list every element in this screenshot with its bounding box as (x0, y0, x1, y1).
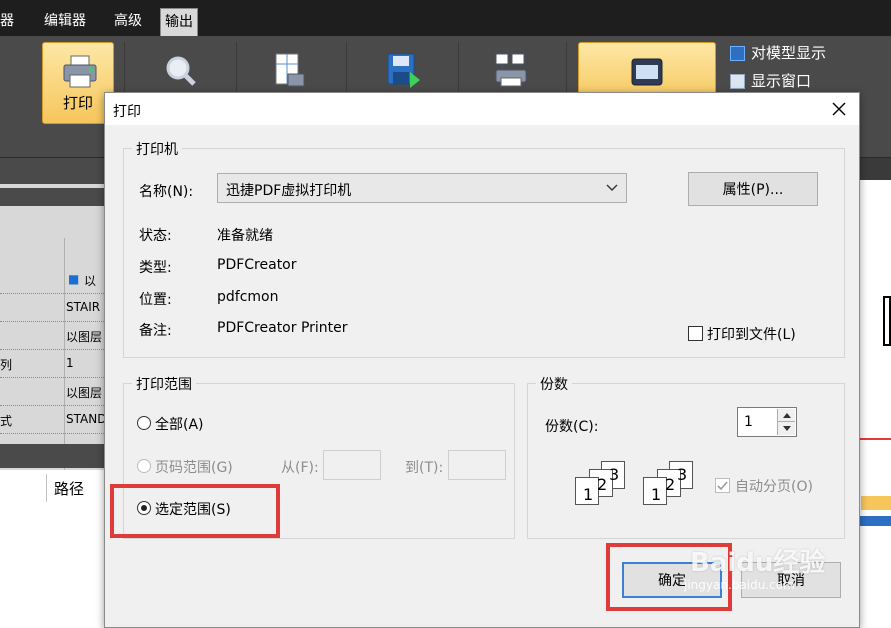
collate-checkbox[interactable] (715, 478, 730, 493)
comment-label: 备注: (139, 323, 172, 339)
show-window-label: 显示窗口 (751, 72, 812, 90)
menu-bar: 器 编辑器 高级 输出 (0, 0, 891, 36)
to-label: 到(T): (405, 460, 444, 476)
range-all-radio[interactable] (137, 416, 151, 430)
spin-up-button[interactable] (778, 409, 795, 422)
property-row[interactable]: 以图层 (0, 322, 104, 350)
show-model-label: 对模型显示 (751, 44, 827, 62)
location-value: pdfcmon (217, 289, 279, 305)
copies-legend: 份数 (536, 374, 572, 394)
close-icon[interactable] (827, 97, 851, 121)
properties-panel: ■ 以 STAIR 以图层 列 1 以图层 式 STAND 路径 (0, 158, 106, 628)
collate-pages-icon: 1 2 3 (571, 457, 629, 507)
menu-item-advanced[interactable]: 高级 (110, 8, 146, 34)
copies-spinner[interactable]: 1 (737, 407, 797, 437)
layer-swatch-icon: ■ (68, 272, 80, 286)
range-all-label[interactable]: 全部(A) (155, 414, 204, 434)
range-pages-label[interactable]: 页码范围(G) (155, 457, 233, 477)
printer-name-value: 迅捷PDF虚拟打印机 (226, 183, 352, 199)
printer-icon (63, 55, 97, 88)
print-to-file-checkbox[interactable] (688, 326, 703, 341)
status-label: 状态: (139, 228, 172, 244)
magnifier-icon (166, 56, 196, 86)
printer-name-label: 名称(N): (139, 184, 194, 200)
watermark-main: Baidu经验 (690, 548, 826, 578)
property-row[interactable]: STAIR (0, 294, 104, 322)
caret-down-icon (783, 426, 791, 431)
collate-label[interactable]: 自动分页(O) (735, 476, 813, 496)
dialog-titlebar[interactable]: 打印 (105, 93, 859, 125)
menu-item-editor[interactable]: 编辑器 (40, 8, 90, 34)
copies-label: 份数(C): (545, 419, 599, 435)
comment-value: PDFCreator Printer (217, 320, 348, 336)
menu-item-output[interactable]: 输出 (160, 8, 198, 36)
watermark-sub: jingyan.baidu.com (684, 578, 795, 592)
selection-highlight-box (110, 484, 280, 538)
printer-group-legend: 打印机 (132, 139, 182, 159)
property-row[interactable]: 式 STAND (0, 406, 106, 434)
from-label: 从(F): (281, 460, 319, 476)
printer-name-select[interactable]: 迅捷PDF虚拟打印机 (217, 173, 627, 203)
save-disk-icon (387, 53, 420, 88)
print-ribbon-label: 打印 (62, 94, 93, 112)
spin-down-button[interactable] (778, 422, 795, 435)
network-printer-icon (495, 53, 527, 87)
type-label: 类型: (139, 260, 172, 276)
collate-pages-icon: 1 2 3 (639, 457, 697, 507)
show-model-option[interactable]: 对模型显示 (730, 42, 826, 64)
page-grid-icon (275, 53, 305, 87)
check-icon (717, 481, 728, 491)
location-label: 位置: (139, 292, 172, 308)
to-page-input[interactable] (448, 450, 506, 480)
copies-value: 1 (744, 414, 753, 430)
from-page-input[interactable] (323, 450, 381, 480)
range-pages-radio[interactable] (137, 459, 151, 473)
property-row[interactable]: 以图层 (0, 378, 104, 406)
dialog-title: 打印 (113, 104, 141, 120)
caret-up-icon (783, 413, 791, 418)
property-row[interactable]: 列 1 (0, 350, 104, 378)
show-window-option[interactable]: 显示窗口 (730, 70, 811, 92)
window-icon (631, 58, 663, 86)
status-value: 准备就绪 (217, 228, 273, 244)
property-row[interactable]: ■ 以 (0, 266, 104, 294)
print-range-legend: 打印范围 (132, 374, 196, 394)
path-column-header[interactable]: 路径 (54, 478, 84, 499)
show-model-icon (730, 45, 745, 61)
properties-button[interactable]: 属性(P)... (688, 172, 818, 206)
print-to-file-label[interactable]: 打印到文件(L) (707, 324, 796, 344)
show-window-icon (730, 73, 745, 89)
chevron-down-icon (606, 184, 618, 191)
type-value: PDFCreator (217, 257, 297, 273)
baidu-watermark: Baidu经验 jingyan.baidu.com (684, 528, 854, 592)
menu-item-tools[interactable]: 器 (0, 8, 18, 34)
